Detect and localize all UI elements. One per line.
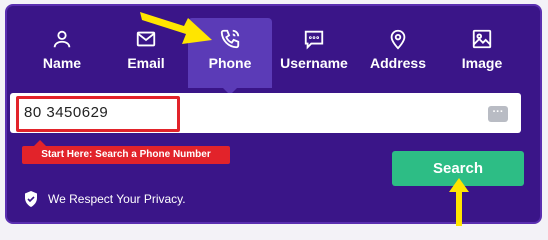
annotation-arrow-icon [140, 12, 212, 44]
tab-username-label: Username [280, 55, 348, 71]
shield-check-icon [25, 191, 37, 207]
tab-phone-label: Phone [208, 55, 252, 71]
more-dots-icon[interactable]: ··· [488, 106, 508, 122]
user-icon [53, 30, 71, 48]
tab-address[interactable]: Address [356, 18, 440, 84]
tab-image[interactable]: Image [440, 18, 524, 84]
image-icon [472, 29, 492, 49]
input-highlight-box [16, 96, 180, 132]
start-here-callout: Start Here: Search a Phone Number [22, 140, 230, 164]
privacy-label: We Respect Your Privacy. [48, 192, 186, 206]
search-type-tabs: Name Email Phone Username Address Image [0, 0, 548, 95]
tab-name-label: Name [42, 55, 82, 71]
tab-image-label: Image [461, 55, 503, 71]
tab-email-label: Email [127, 55, 165, 71]
tab-address-label: Address [369, 55, 427, 71]
chat-icon [304, 30, 324, 50]
annotation-arrow-icon [449, 178, 469, 226]
map-pin-icon [390, 29, 406, 50]
phone-icon [220, 29, 240, 49]
tab-name[interactable]: Name [20, 18, 104, 84]
privacy-note: We Respect Your Privacy. [24, 191, 186, 207]
tab-username[interactable]: Username [272, 18, 356, 84]
